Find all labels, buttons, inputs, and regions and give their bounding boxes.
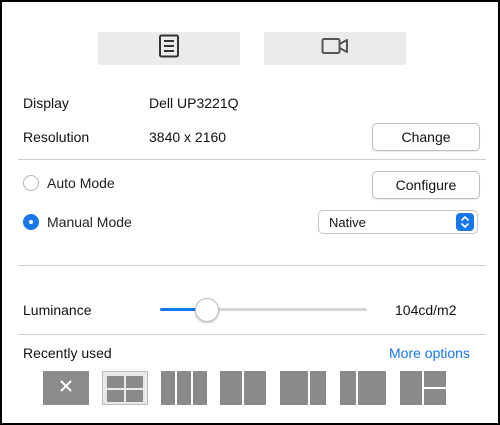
layout-pane xyxy=(220,371,242,405)
manual-mode-label: Manual Mode xyxy=(47,214,132,230)
tab-list[interactable] xyxy=(98,32,240,65)
layout-pane xyxy=(161,371,175,405)
layout-pane xyxy=(400,371,422,405)
chevron-updown-icon xyxy=(456,213,474,231)
more-options-link[interactable]: More options xyxy=(389,345,470,361)
change-resolution-button[interactable]: Change xyxy=(372,123,480,151)
layout-pane xyxy=(193,371,207,405)
layout-pane xyxy=(177,371,191,405)
layout-pane xyxy=(107,390,124,402)
video-camera-icon xyxy=(321,36,349,61)
layout-pane xyxy=(126,390,143,402)
recently-used-label: Recently used xyxy=(23,345,112,361)
layout-pane xyxy=(424,389,446,405)
divider xyxy=(18,159,486,160)
mode-select-value: Native xyxy=(329,214,366,230)
layout-three-columns[interactable] xyxy=(161,371,207,405)
layout-pane xyxy=(358,371,386,405)
view-tabs xyxy=(2,2,498,72)
clear-layout-button[interactable] xyxy=(43,371,89,405)
layout-left-plus-two-stacked-right[interactable] xyxy=(400,371,446,405)
layout-pane xyxy=(126,376,143,388)
resolution-label: Resolution xyxy=(23,129,90,145)
display-settings-panel: Display Dell UP3221Q Resolution 3840 x 2… xyxy=(0,0,500,425)
auto-mode-radio[interactable] xyxy=(23,175,39,191)
manual-mode-option[interactable]: Manual Mode xyxy=(23,214,132,230)
layout-wide-left-narrow-right[interactable] xyxy=(280,371,326,405)
mode-select[interactable]: Native xyxy=(318,210,478,234)
luminance-label: Luminance xyxy=(23,302,92,318)
tab-video[interactable] xyxy=(264,32,406,65)
luminance-slider-knob[interactable] xyxy=(195,298,219,322)
layout-pane xyxy=(244,371,266,405)
close-icon xyxy=(59,379,73,398)
divider xyxy=(18,265,486,266)
auto-mode-label: Auto Mode xyxy=(47,175,115,191)
divider xyxy=(18,334,486,335)
display-label: Display xyxy=(23,95,69,111)
layout-two-columns[interactable] xyxy=(220,371,266,405)
layout-pane xyxy=(310,371,326,405)
luminance-value: 104cd/m2 xyxy=(395,302,457,318)
layout-pane xyxy=(424,371,446,387)
auto-mode-option[interactable]: Auto Mode xyxy=(23,175,115,191)
resolution-value: 3840 x 2160 xyxy=(149,129,227,145)
display-value: Dell UP3221Q xyxy=(149,95,239,111)
layout-pane xyxy=(340,371,356,405)
list-icon xyxy=(158,34,180,63)
manual-mode-radio[interactable] xyxy=(23,214,39,230)
configure-button[interactable]: Configure xyxy=(372,171,480,199)
layout-narrow-left-wide-right[interactable] xyxy=(340,371,386,405)
layout-pane xyxy=(280,371,308,405)
layout-grid-2x2[interactable] xyxy=(102,371,148,405)
layout-pane xyxy=(107,376,124,388)
